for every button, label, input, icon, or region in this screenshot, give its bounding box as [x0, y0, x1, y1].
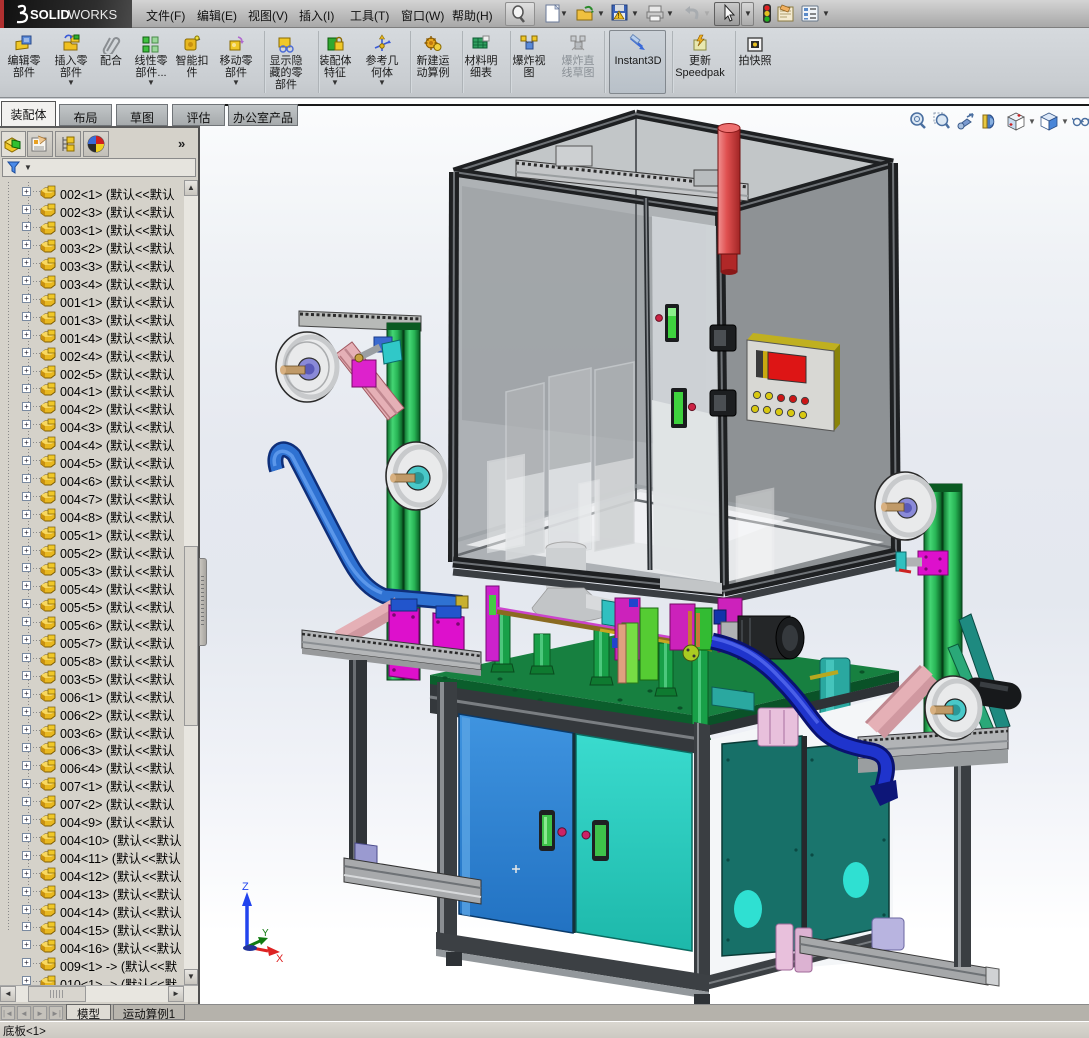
svg-text:X: X	[276, 953, 284, 965]
svg-text:!: !	[618, 13, 620, 20]
svg-text:Z: Z	[242, 881, 249, 893]
svg-text:WORKS: WORKS	[68, 7, 117, 22]
svg-text:Y: Y	[262, 928, 269, 939]
svg-text:SOLID: SOLID	[30, 7, 70, 22]
